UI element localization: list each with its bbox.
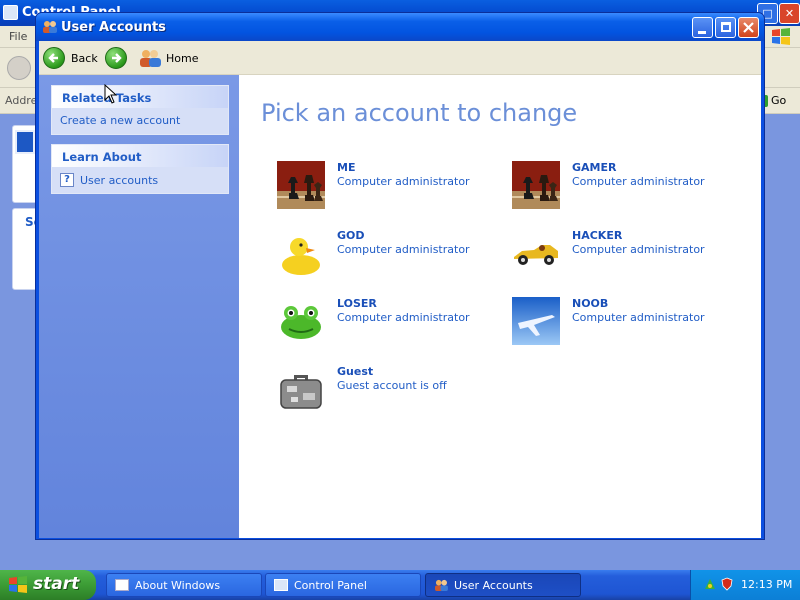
control-panel-back-button[interactable] <box>7 56 31 80</box>
forward-button[interactable] <box>105 46 133 70</box>
minimize-icon <box>698 31 706 34</box>
account-type: Computer administrator <box>337 311 470 324</box>
rubber-duck-icon <box>277 229 325 277</box>
airplane-icon <box>512 297 560 345</box>
account-type: Computer administrator <box>337 175 470 188</box>
back-label: Back <box>71 51 98 65</box>
back-arrow-icon <box>43 47 65 69</box>
account-type: Guest account is off <box>337 379 447 392</box>
account-name: HACKER <box>572 229 623 242</box>
maximize-button[interactable] <box>715 17 736 38</box>
home-button[interactable]: Home <box>139 46 198 70</box>
window-title: User Accounts <box>61 20 166 35</box>
related-tasks-pane: Related Tasks Create a new account <box>51 85 229 135</box>
account-type: Computer administrator <box>572 175 705 188</box>
task-pane-header: Se <box>25 215 42 229</box>
taskbar-item-label: About Windows <box>135 579 221 592</box>
learn-about-header: Learn About <box>52 145 228 167</box>
forward-arrow-icon <box>105 47 127 69</box>
user-accounts-titlebar[interactable]: User Accounts <box>36 13 764 41</box>
related-tasks-list: Create a new account <box>52 108 228 134</box>
taskbar-item-control-panel[interactable]: Control Panel <box>265 573 421 597</box>
clock[interactable]: 12:13 PM <box>741 578 792 591</box>
account-gamer[interactable]: GAMER Computer administrator <box>512 159 752 215</box>
learn-about-list: ? User accounts <box>52 167 228 193</box>
account-type: Computer administrator <box>337 243 470 256</box>
maximize-icon <box>721 22 731 32</box>
navigation-bar: Back Home <box>39 41 761 75</box>
help-icon: ? <box>60 173 74 187</box>
start-label: start <box>33 574 80 594</box>
control-panel-icon <box>274 579 288 591</box>
chess-icon <box>512 161 560 209</box>
task-sidebar: Related Tasks Create a new account Learn… <box>39 75 239 538</box>
create-new-account-link[interactable]: Create a new account <box>60 114 228 127</box>
taskbar-item-label: Control Panel <box>294 579 367 592</box>
user-accounts-icon <box>435 579 448 591</box>
account-name: Guest <box>337 365 374 378</box>
suitcase-icon <box>277 365 325 413</box>
home-label: Home <box>166 51 199 65</box>
page-title: Pick an account to change <box>261 99 578 127</box>
taskbar-item-label: User Accounts <box>454 579 533 592</box>
race-car-icon <box>512 229 560 277</box>
close-icon: ✕ <box>784 7 795 20</box>
taskbar: start About Windows Control Panel User A… <box>0 570 800 600</box>
windows-logo-icon <box>772 28 790 45</box>
back-button[interactable]: Back <box>43 46 98 70</box>
minimize-button[interactable] <box>692 17 713 38</box>
home-users-icon <box>140 50 161 67</box>
account-noob[interactable]: NOOB Computer administrator <box>512 295 752 351</box>
user-accounts-help-link[interactable]: ? User accounts <box>60 173 228 187</box>
close-button[interactable] <box>738 17 759 38</box>
control-panel-icon <box>3 5 18 20</box>
menu-file[interactable]: File <box>9 30 27 43</box>
start-button[interactable]: start <box>0 570 96 600</box>
account-god[interactable]: GOD Computer administrator <box>277 227 517 283</box>
account-guest[interactable]: Guest Guest account is off <box>277 363 517 419</box>
account-name: LOSER <box>337 297 377 310</box>
user-accounts-body: Related Tasks Create a new account Learn… <box>39 75 761 538</box>
account-loser[interactable]: LOSER Computer administrator <box>277 295 517 351</box>
security-shield-icon[interactable] <box>721 577 733 591</box>
account-me[interactable]: ME Computer administrator <box>277 159 517 215</box>
chess-icon <box>277 161 325 209</box>
close-icon <box>743 22 754 33</box>
taskbar-item-user-accounts[interactable]: User Accounts <box>425 573 581 597</box>
account-name: ME <box>337 161 356 174</box>
account-type: Computer administrator <box>572 243 705 256</box>
user-accounts-icon <box>43 21 57 33</box>
accounts-panel: Pick an account to change ME Computer ad… <box>239 75 761 538</box>
windows-flag-icon <box>9 576 27 593</box>
network-icon[interactable] <box>703 577 717 591</box>
learn-about-pane: Learn About ? User accounts <box>51 144 229 194</box>
system-tray: 12:13 PM <box>690 570 800 600</box>
user-accounts-window: User Accounts Back Home Related Tasks Cr… <box>35 12 765 540</box>
account-hacker[interactable]: HACKER Computer administrator <box>512 227 752 283</box>
go-button[interactable]: Go <box>756 90 800 112</box>
window-icon <box>115 579 129 591</box>
user-accounts-help-label: User accounts <box>80 173 159 187</box>
account-type: Computer administrator <box>572 311 705 324</box>
taskbar-item-about-windows[interactable]: About Windows <box>106 573 262 597</box>
mouse-cursor-icon <box>104 84 118 104</box>
frog-icon <box>277 297 325 345</box>
control-panel-close-button[interactable]: ✕ <box>779 3 800 24</box>
related-tasks-header: Related Tasks <box>52 86 228 108</box>
control-panel-category-icon <box>15 130 35 154</box>
account-name: GAMER <box>572 161 617 174</box>
account-name: NOOB <box>572 297 609 310</box>
account-name: GOD <box>337 229 365 242</box>
